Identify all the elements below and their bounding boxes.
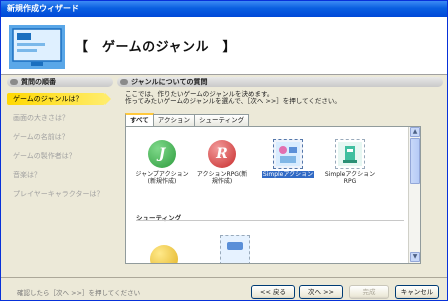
- genre-items: J ジャンプアクション(新規作成) R アクションRPG(新規作成) Simpl…: [126, 127, 408, 263]
- footer-status: 確認したら［次へ >>］を押してください: [17, 289, 141, 297]
- instructions: ここでは、作りたいゲームのジャンルを決めます。 作ってみたいゲームのジャンルを選…: [125, 91, 443, 105]
- window-title: 新規作成ウィザード: [7, 4, 79, 13]
- category-divider: [136, 220, 404, 221]
- simple-action-rpg-icon: [335, 139, 365, 169]
- scroll-thumb[interactable]: [410, 138, 420, 184]
- simple-action-icon: [273, 139, 303, 169]
- step-item-screen-size: 画面の大きさは？: [13, 114, 69, 122]
- tab-action[interactable]: アクション: [152, 114, 195, 126]
- genre-item-simple-action[interactable]: Simpleアクション: [260, 139, 316, 178]
- step-list: ゲームのジャンルは？ 画面の大きさは？ ゲームの名前は？ ゲームの製作者は？ 音…: [7, 93, 113, 200]
- banner: 【 ゲームのジャンル 】: [1, 17, 447, 75]
- genre-item-label: ジャンプアクション(新規作成): [135, 171, 189, 185]
- genre-item-label: Simpleアクション RPG: [324, 171, 376, 185]
- header-bullet-icon: [10, 79, 18, 85]
- main-header-label: ジャンルについての質問: [131, 78, 208, 86]
- sidebar-header-label: 質問の順番: [21, 78, 56, 86]
- wizard-monitor-icon: [9, 25, 65, 69]
- simple-action-sprite-icon: [276, 142, 300, 166]
- genre-item-simple-action-rpg[interactable]: Simpleアクション RPG: [322, 139, 378, 185]
- instruction-line-2: 作ってみたいゲームのジャンルを選んで、［次へ >>］を押してください。: [125, 97, 341, 105]
- jump-icon-letter: J: [158, 145, 166, 162]
- sidebar-header: 質問の順番: [7, 77, 113, 87]
- genre-list-panel: J ジャンプアクション(新規作成) R アクションRPG(新規作成) Simpl…: [125, 126, 421, 264]
- genre-item-label: アクションRPG(新規作成): [196, 171, 248, 185]
- jump-icon: J: [148, 140, 176, 168]
- shooting-item-partial-sprite-icon[interactable]: [220, 235, 250, 263]
- simple-action-rpg-sprite-icon: [338, 142, 362, 166]
- title-bar[interactable]: 新規作成ウィザード: [1, 1, 447, 17]
- vertical-scrollbar[interactable]: ▲ ▼: [408, 127, 420, 263]
- sidebar: 質問の順番 ゲームのジャンルは？ 画面の大きさは？ ゲームの名前は？ ゲームの製…: [7, 75, 113, 271]
- wizard-window: 新規作成ウィザード 【 ゲームのジャンル 】 質問の順番 ゲームのジャンルは？ …: [0, 0, 448, 301]
- scroll-up-icon[interactable]: ▲: [410, 127, 420, 137]
- footer-bar: 確認したら［次へ >>］を押してください << 戻る 次へ >> 完成 キャンセ…: [1, 277, 447, 301]
- genre-item-jump-action[interactable]: J ジャンプアクション(新規作成): [134, 139, 190, 185]
- step-item-author: ゲームの製作者は？: [13, 152, 76, 160]
- tab-all[interactable]: すべて: [125, 113, 154, 126]
- next-button[interactable]: 次へ >>: [299, 285, 343, 299]
- rpg-icon-letter: R: [216, 145, 228, 162]
- finish-button[interactable]: 完成: [349, 285, 389, 299]
- step-item-game-name: ゲームの名前は？: [13, 133, 69, 141]
- cancel-button[interactable]: キャンセル: [395, 285, 439, 299]
- header-bullet-icon: [120, 79, 128, 85]
- genre-tabs: すべて アクション シューティング: [125, 113, 250, 126]
- step-item-genre: ゲームのジャンルは？: [7, 93, 111, 105]
- main-header: ジャンルについての質問: [117, 77, 443, 87]
- rpg-icon: R: [208, 140, 236, 168]
- shooting-item-partial-icon[interactable]: [150, 245, 178, 263]
- tab-shooting[interactable]: シューティング: [193, 114, 250, 126]
- step-item-music: 音楽は？: [13, 171, 41, 179]
- main-panel: ジャンルについての質問 ここでは、作りたいゲームのジャンルを決めます。 作ってみ…: [117, 75, 443, 271]
- page-title: 【 ゲームのジャンル 】: [75, 40, 236, 55]
- scroll-down-icon[interactable]: ▼: [410, 252, 420, 262]
- back-button[interactable]: << 戻る: [251, 285, 295, 299]
- genre-item-label: Simpleアクション: [261, 171, 315, 178]
- genre-item-action-rpg[interactable]: R アクションRPG(新規作成): [194, 139, 250, 185]
- step-item-player-character: プレイヤーキャラクターは？: [13, 190, 104, 198]
